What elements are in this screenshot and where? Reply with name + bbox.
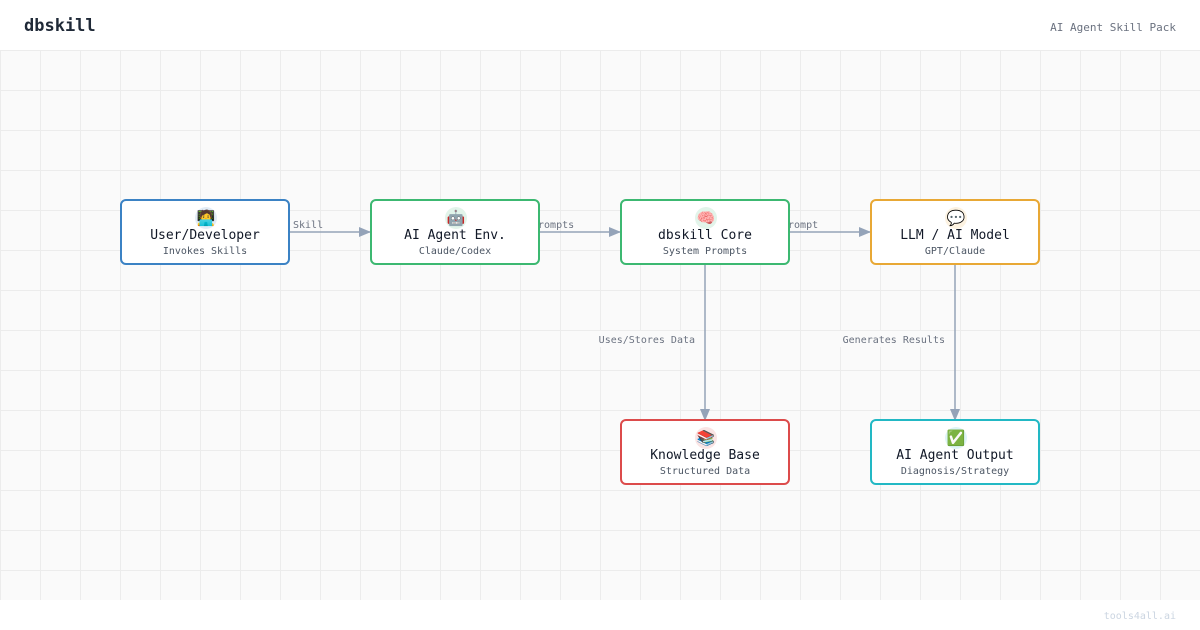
node-ai-agent-env[interactable]: 🤖 AI Agent Env. Claude/Codex	[370, 199, 540, 265]
footer: tools4all.ai	[0, 600, 1200, 630]
footer-credit: tools4all.ai	[1103, 611, 1176, 622]
node-icon-badge: ✅	[945, 427, 967, 449]
node-dbskill-core[interactable]: 🧠 dbskill Core System Prompts	[620, 199, 790, 265]
node-title: LLM / AI Model	[900, 228, 1010, 243]
edge-label-uses-stores-data: Uses/Stores Data	[599, 335, 695, 346]
node-icon-badge: 💬	[945, 207, 967, 229]
speech-bubble-icon: 💬	[946, 209, 966, 227]
edge-label-skill: Skill	[293, 220, 323, 231]
edges-layer: Skill Prompts Prompt Uses/Stores Data Ge…	[290, 220, 960, 421]
books-icon: 📚	[696, 429, 716, 447]
node-description: Invokes Skills	[162, 246, 248, 257]
node-description: GPT/Claude	[924, 246, 986, 257]
person-at-laptop-icon: 🧑‍💻	[196, 209, 216, 227]
node-user-developer[interactable]: 🧑‍💻 User/Developer Invokes Skills	[120, 199, 290, 265]
node-title: Knowledge Base	[650, 448, 760, 463]
node-description: Diagnosis/Strategy	[900, 466, 1010, 477]
brain-icon: 🧠	[696, 209, 716, 227]
node-icon-badge: 🤖	[445, 207, 467, 229]
node-llm-ai-model[interactable]: 💬 LLM / AI Model GPT/Claude	[870, 199, 1040, 265]
node-title: AI Agent Env.	[404, 228, 506, 243]
node-icon-badge: 🧑‍💻	[195, 207, 217, 229]
node-icon-badge: 📚	[695, 427, 717, 449]
node-description: Structured Data	[659, 466, 751, 477]
edge-label-generates-results: Generates Results	[843, 335, 945, 346]
check-mark-icon: ✅	[946, 429, 966, 447]
node-ai-agent-output[interactable]: ✅ AI Agent Output Diagnosis/Strategy	[870, 419, 1040, 485]
node-title: dbskill Core	[658, 228, 752, 243]
node-title: User/Developer	[150, 228, 260, 243]
node-description: System Prompts	[662, 246, 748, 257]
node-title: AI Agent Output	[896, 448, 1014, 463]
robot-icon: 🤖	[446, 209, 466, 227]
node-knowledge-base[interactable]: 📚 Knowledge Base Structured Data	[620, 419, 790, 485]
node-description: Claude/Codex	[418, 246, 492, 257]
node-icon-badge: 🧠	[695, 207, 717, 229]
